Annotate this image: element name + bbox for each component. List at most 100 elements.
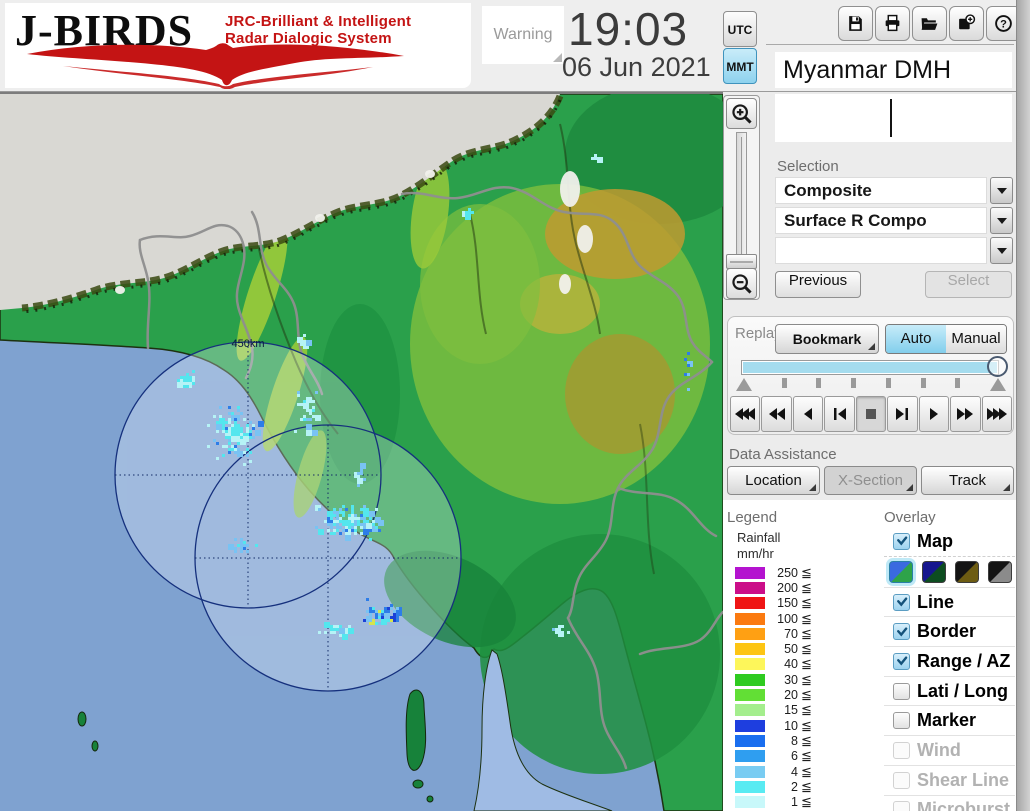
overlay-checkbox-wind	[893, 741, 910, 759]
slider-tick	[816, 378, 822, 388]
legend-le-symbol: ≦	[801, 778, 812, 794]
svg-text:?: ?	[1000, 19, 1007, 31]
map-style-swatch-4[interactable]	[988, 560, 1012, 583]
selection-dropdown-button-0[interactable]	[990, 177, 1013, 204]
play-back-button[interactable]	[792, 396, 824, 432]
slider-range-end-marker[interactable]	[989, 378, 1006, 391]
legend-le-symbol: ≦	[801, 656, 812, 672]
legend-le-symbol: ≦	[801, 579, 812, 595]
legend-color-chip	[735, 581, 765, 594]
slider-tick	[885, 378, 891, 388]
legend-row: 20 ≦	[735, 687, 845, 702]
legend-color-chip	[735, 627, 765, 640]
time-slider[interactable]	[741, 356, 1008, 377]
overlay-checkbox-microburst	[893, 801, 910, 811]
legend-threshold: 250	[777, 565, 798, 580]
mmt-button[interactable]: MMT	[723, 48, 757, 84]
legend-color-chip	[735, 643, 765, 656]
legend-le-symbol: ≦	[801, 702, 812, 718]
open-icon	[921, 18, 938, 30]
time-slider-scale	[736, 378, 1006, 393]
legend-row: 100 ≦	[735, 611, 845, 626]
legend-row: 30 ≦	[735, 672, 845, 687]
selection-dropdowns: Composite Surface R Compo	[775, 177, 1013, 267]
print-button[interactable]	[875, 6, 910, 41]
legend-threshold: 2	[791, 779, 798, 794]
overlay-checkbox-lati-long[interactable]	[893, 682, 910, 700]
legend-row: 150 ≦	[735, 595, 845, 611]
legend-threshold: 20	[784, 688, 798, 703]
overlay-item-label: Lati / Long	[917, 680, 1008, 701]
utc-button[interactable]: UTC	[723, 11, 757, 47]
data-assistance-x-section-button[interactable]: X-Section	[824, 466, 917, 495]
rewind-fast-button[interactable]	[730, 396, 761, 432]
selection-field-0[interactable]: Composite	[775, 177, 987, 204]
stop-button[interactable]	[855, 396, 887, 432]
step-forward-icon	[896, 408, 909, 420]
overlay-checkbox-range-az[interactable]	[893, 652, 910, 670]
forward-fast-button[interactable]	[981, 396, 1012, 432]
zoom-out-button[interactable]	[726, 268, 757, 299]
legend-row: 2 ≦	[735, 779, 845, 794]
time-slider-fill	[743, 362, 997, 373]
capture-button[interactable]	[949, 6, 984, 41]
station-info-box[interactable]	[775, 94, 1012, 142]
map-style-swatch-1[interactable]	[889, 560, 913, 583]
time-slider-thumb[interactable]	[987, 356, 1008, 377]
map-style-swatch-3[interactable]	[955, 560, 979, 583]
slider-range-start-marker[interactable]	[736, 378, 752, 391]
legend-row: 8 ≦	[735, 733, 845, 748]
selection-field-2[interactable]	[775, 237, 987, 264]
legend-color-chip	[735, 704, 765, 717]
slider-tick	[955, 378, 961, 388]
data-assistance-location-button[interactable]: Location	[727, 466, 820, 495]
replay-mode-toggle: Auto Manual	[885, 324, 1007, 354]
overlay-checkbox-shear-line	[893, 771, 910, 789]
data-assistance-track-button[interactable]: Track	[921, 466, 1014, 495]
legend-color-chip	[735, 734, 765, 747]
overlay-checkbox-map[interactable]	[893, 532, 910, 550]
play-button[interactable]	[918, 396, 950, 432]
legend-color-chip	[735, 689, 765, 702]
legend-row: 250 ≦	[735, 565, 845, 580]
manual-button[interactable]: Manual	[946, 325, 1006, 353]
selection-dropdown-button-1[interactable]	[990, 207, 1013, 234]
auto-button[interactable]: Auto	[886, 325, 946, 353]
save-button[interactable]	[838, 6, 873, 41]
overlay-item-map: Map	[884, 527, 1015, 556]
legend-le-symbol: ≦	[801, 610, 812, 626]
zoom-slider-track[interactable]	[736, 132, 747, 264]
rewind-button[interactable]	[761, 396, 792, 432]
overlay-item-label: Line	[917, 591, 955, 612]
previous-button[interactable]: Previous	[775, 271, 861, 298]
step-back-button[interactable]	[824, 396, 855, 432]
overlay-item-label: Map	[917, 530, 953, 551]
forward-button[interactable]	[950, 396, 981, 432]
zoom-in-button[interactable]	[726, 98, 757, 129]
overlay-item-shear-line: Shear Line	[884, 764, 1015, 795]
resize-grip-icon[interactable]	[553, 53, 562, 62]
open-button[interactable]	[912, 6, 947, 41]
window-scrollbar[interactable]	[1016, 0, 1030, 811]
selection-dropdown-button-2[interactable]	[990, 237, 1013, 264]
warning-panel[interactable]: Warning	[482, 6, 564, 64]
bookmark-button[interactable]: Bookmark	[775, 324, 879, 354]
menu-fold-icon	[809, 484, 816, 491]
overlay-checkbox-border[interactable]	[893, 623, 910, 641]
map-zoom-control	[723, 95, 760, 300]
selection-field-1[interactable]: Surface R Compo	[775, 207, 987, 234]
divider	[766, 44, 1014, 45]
overlay-item-label: Border	[917, 621, 977, 642]
zoom-slider-thumb[interactable]	[726, 254, 757, 269]
step-forward-button[interactable]	[887, 396, 918, 432]
overlay-checkbox-line[interactable]	[893, 593, 910, 611]
radar-map[interactable]: 450km	[0, 84, 755, 811]
info-divider	[890, 99, 892, 137]
map-style-swatch-2[interactable]	[922, 560, 946, 583]
overlay-checkbox-marker[interactable]	[893, 712, 910, 730]
legend-color-chip	[735, 597, 765, 610]
legend-threshold: 70	[784, 626, 798, 641]
select-button[interactable]: Select	[925, 271, 1012, 298]
legend-color-chip	[735, 658, 765, 671]
legend-row: 40 ≦	[735, 656, 845, 672]
